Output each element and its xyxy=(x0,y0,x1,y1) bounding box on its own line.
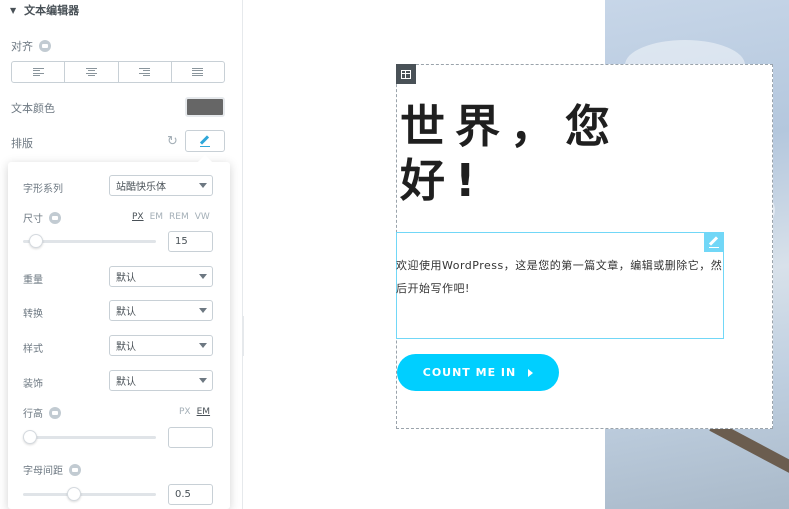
size-unit-switcher: PX EM REM VW xyxy=(132,212,210,222)
letter-spacing-slider-handle[interactable] xyxy=(67,487,82,501)
decoration-select[interactable]: 默认 xyxy=(109,370,213,391)
chevron-down-icon xyxy=(199,308,207,313)
column-handle[interactable] xyxy=(396,64,416,84)
align-justify-button[interactable] xyxy=(172,62,224,82)
style-value: 默认 xyxy=(116,342,136,353)
align-justify-icon xyxy=(192,68,204,76)
text-color-label: 文本颜色 xyxy=(11,102,55,115)
heading-widget[interactable]: 世界，您好! xyxy=(400,100,640,208)
weight-label: 重量 xyxy=(23,275,43,286)
chevron-down-icon xyxy=(199,343,207,348)
unit-vw[interactable]: VW xyxy=(195,212,210,222)
pencil-icon xyxy=(709,237,719,248)
unit-px[interactable]: PX xyxy=(179,407,191,417)
responsive-icon[interactable] xyxy=(39,40,51,52)
weight-select[interactable]: 默认 xyxy=(109,266,213,287)
size-label: 尺寸 xyxy=(23,214,43,225)
body-text[interactable]: 欢迎使用WordPress，这是您的第一篇文章，编辑或删除它，然后开始写作吧! xyxy=(396,254,724,300)
count-me-in-button[interactable]: COUNT ME IN xyxy=(397,354,559,391)
line-height-control-label: 行高 xyxy=(23,405,61,420)
editor-panel: ▼ 文本编辑器 对齐 文本颜色 排版 ↻ 字形系列 站酷快乐体 尺寸 PX EM… xyxy=(0,0,243,509)
text-color-picker[interactable] xyxy=(185,97,225,117)
align-label: 对齐 xyxy=(11,40,33,53)
chevron-down-icon xyxy=(199,183,207,188)
style-label: 样式 xyxy=(23,344,43,355)
letter-spacing-slider[interactable] xyxy=(23,487,156,501)
columns-icon xyxy=(401,69,411,79)
caret-right-icon xyxy=(528,368,534,377)
text-editor-section-header[interactable]: ▼ 文本编辑器 xyxy=(0,0,242,20)
typography-edit-button[interactable] xyxy=(185,130,225,152)
size-slider-handle[interactable] xyxy=(28,234,43,248)
line-height-slider-handle[interactable] xyxy=(23,430,37,444)
align-right-icon xyxy=(139,68,151,76)
font-family-label: 字形系列 xyxy=(23,184,63,195)
transform-select[interactable]: 默认 xyxy=(109,300,213,321)
pencil-icon xyxy=(200,136,210,147)
font-family-value: 站酷快乐体 xyxy=(116,182,166,193)
responsive-icon[interactable] xyxy=(49,211,61,224)
typography-popover: 字形系列 站酷快乐体 尺寸 PX EM REM VW 15 重量 默认 转换 默… xyxy=(8,162,230,509)
align-center-icon xyxy=(85,68,97,76)
size-input[interactable]: 15 xyxy=(168,231,213,252)
letter-spacing-input[interactable]: 0.5 xyxy=(168,484,213,505)
chevron-down-icon xyxy=(199,274,207,279)
decoration-value: 默认 xyxy=(116,377,136,388)
responsive-icon[interactable] xyxy=(49,406,61,419)
transform-value: 默认 xyxy=(116,307,136,318)
responsive-icon[interactable] xyxy=(69,463,81,476)
letter-spacing-label: 字母间距 xyxy=(23,466,63,477)
style-select[interactable]: 默认 xyxy=(109,335,213,356)
unit-em[interactable]: EM xyxy=(197,407,210,417)
size-control-label: 尺寸 xyxy=(23,210,61,225)
cta-label: COUNT ME IN xyxy=(422,366,517,379)
align-center-button[interactable] xyxy=(65,62,119,82)
caret-down-icon: ▼ xyxy=(10,5,17,15)
line-height-input[interactable] xyxy=(168,427,213,448)
align-right-button[interactable] xyxy=(119,62,172,82)
align-control-label: 对齐 xyxy=(11,38,51,54)
align-button-group xyxy=(11,61,225,83)
decoration-label: 装饰 xyxy=(23,379,43,390)
size-slider[interactable] xyxy=(23,234,156,248)
wooden-beam xyxy=(709,420,789,487)
align-left-button[interactable] xyxy=(12,62,66,82)
letter-spacing-control-label: 字母间距 xyxy=(23,462,81,477)
typography-label: 排版 xyxy=(11,137,33,150)
weight-value: 默认 xyxy=(116,273,136,284)
transform-label: 转换 xyxy=(23,309,43,320)
line-height-label: 行高 xyxy=(23,409,43,420)
unit-rem[interactable]: REM xyxy=(169,212,189,222)
font-family-select[interactable]: 站酷快乐体 xyxy=(109,175,213,196)
chevron-down-icon xyxy=(199,378,207,383)
section-title: 文本编辑器 xyxy=(24,4,80,17)
edit-widget-button[interactable] xyxy=(704,232,724,252)
unit-px[interactable]: PX xyxy=(132,212,144,222)
reset-icon[interactable]: ↻ xyxy=(167,134,178,149)
unit-em[interactable]: EM xyxy=(150,212,163,222)
line-height-slider[interactable] xyxy=(23,430,156,444)
preview-canvas: 世界，您好! 欢迎使用WordPress，这是您的第一篇文章，编辑或删除它，然后… xyxy=(244,0,789,509)
align-left-icon xyxy=(32,68,44,76)
line-height-unit-switcher: PX EM xyxy=(179,407,210,417)
